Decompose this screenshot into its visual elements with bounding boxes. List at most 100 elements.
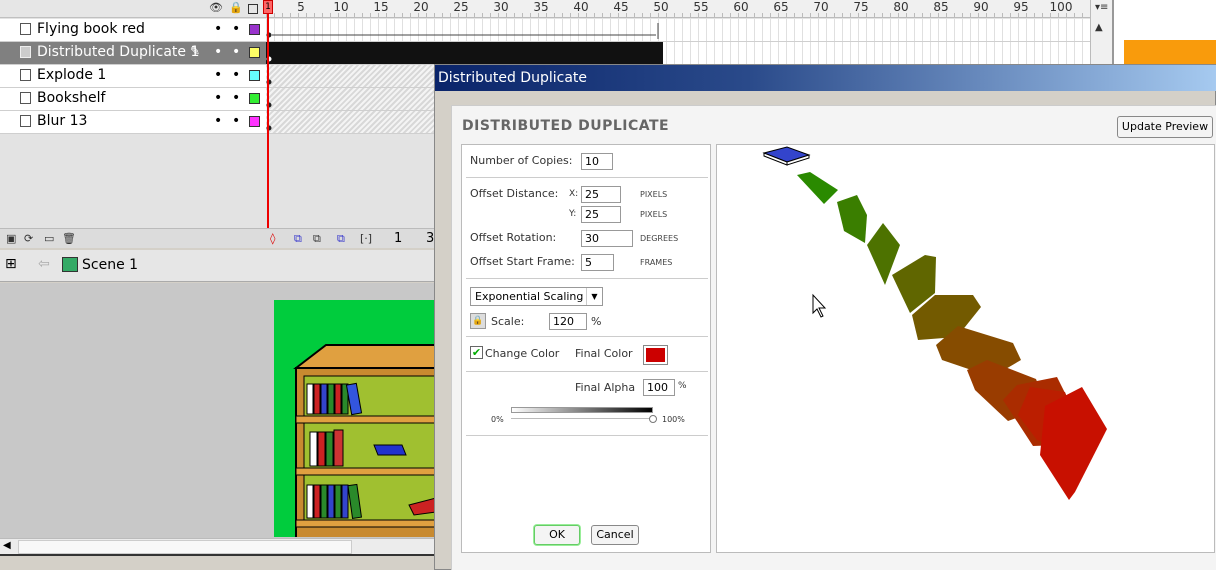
menu-icon[interactable]: ▾≡ [1095,2,1108,13]
stage-area[interactable] [0,283,436,539]
change-color-label[interactable]: Change Color [485,347,559,360]
cancel-button[interactable]: Cancel [591,525,639,545]
ruler-tick-label: 35 [533,0,549,14]
degrees-unit: DEGREES [640,234,679,243]
new-folder-icon[interactable]: ▭ [44,232,54,245]
status-strip [0,554,436,570]
alpha-gradient-track[interactable] [511,407,653,413]
trash-icon[interactable]: 🗑 [62,232,76,245]
visibility-dot[interactable]: • [214,113,222,129]
divider [466,177,708,178]
visibility-dot[interactable]: • [214,21,222,37]
timeline-toggle-icon[interactable]: ⊞ [5,256,17,272]
number-of-copies-input[interactable]: 10 [581,153,613,170]
modify-markers-icon[interactable]: [·] [360,232,372,245]
divider [466,278,708,279]
duplicate-preview-art [762,146,1107,500]
lock-dot[interactable]: • [232,44,240,60]
stage-canvas[interactable] [274,300,436,537]
offset-rotation-input[interactable]: 30 [581,230,633,247]
ruler-tick-label: 10 [333,0,349,14]
final-color-fill [646,348,665,362]
scroll-left-icon[interactable]: ◀ [3,540,11,551]
offset-start-frame-input[interactable]: 5 [581,254,614,271]
visibility-dot[interactable]: • [214,90,222,106]
lock-dot[interactable]: • [232,113,240,129]
playhead[interactable] [267,0,269,230]
playhead-handle[interactable]: 1 [263,0,273,14]
frames-unit: FRAMES [640,258,673,267]
scene-label[interactable]: Scene 1 [82,257,138,273]
ruler-tick-label: 15 [373,0,389,14]
alpha-slider-thumb[interactable] [649,415,657,423]
mouse-cursor-icon [812,293,827,318]
layer-color-swatch[interactable] [249,47,260,58]
scaling-select-value: Exponential Scaling [475,290,584,303]
final-color-swatch[interactable] [643,345,668,365]
stage-horizontal-scrollbar[interactable]: ◀ [0,538,436,554]
preview-panel [716,144,1215,553]
onion-skin-icon[interactable]: ⧉ [294,232,302,246]
layer-icon [20,92,31,104]
chevron-down-icon[interactable]: ▼ [586,288,602,305]
current-frame-readout: 1 [394,231,403,246]
ruler-tick-label: 60 [733,0,749,14]
layer-color-swatch[interactable] [249,24,260,35]
ruler-tick-label: 80 [893,0,909,14]
new-layer-icon[interactable]: ▣ [6,232,16,245]
edit-bar: ⊞ ⇦ Scene 1 [0,250,436,282]
outline-icon[interactable] [248,4,258,14]
final-alpha-input[interactable]: 100 [643,379,675,396]
layer-icon [20,69,31,81]
visibility-dot[interactable]: • [214,44,222,60]
ruler-tick-label: 30 [493,0,509,14]
visibility-dot[interactable]: • [214,67,222,83]
lock-dot[interactable]: • [232,67,240,83]
layer-row[interactable]: Distributed Duplicate 1 ✎ • • [0,42,266,65]
alpha-max-label: 100% [662,415,685,424]
lock-icon[interactable]: 🔒 [229,1,243,14]
number-of-copies-label: Number of Copies: [470,154,573,167]
ruler-tick-label: 85 [933,0,949,14]
layer-row[interactable]: Bookshelf • • [0,88,266,111]
offset-x-input[interactable]: 25 [581,186,621,203]
layer-row[interactable]: Blur 13 • • [0,111,266,134]
ruler-tick-label: 20 [413,0,429,14]
ok-button[interactable]: OK [534,525,580,545]
scroll-up-icon[interactable]: ▲ [1095,22,1103,33]
layer-row[interactable]: Flying book red • • [0,19,266,42]
divider [466,371,708,372]
motion-guide-icon[interactable]: ⟳ [24,232,33,245]
lock-icon[interactable]: 🔒 [470,313,486,329]
layer-name[interactable]: Flying book red [37,21,145,37]
frame-ruler[interactable]: 1510152025303540455055606570758085909510… [265,0,1090,18]
back-arrow-icon[interactable]: ⇦ [38,256,50,272]
divider [466,435,708,436]
layer-name[interactable]: Blur 13 [37,113,87,129]
offset-start-frame-label: Offset Start Frame: [470,255,575,268]
update-preview-button[interactable]: Update Preview [1117,116,1213,138]
dialog-title-bar[interactable]: Distributed Duplicate [435,65,1216,91]
ruler-tick-label: 40 [573,0,589,14]
ruler-tick-label: 100 [1049,0,1073,14]
eye-icon[interactable]: 👁 [209,1,223,14]
lock-dot[interactable]: • [232,90,240,106]
layer-row[interactable]: Explode 1 • • [0,65,266,88]
scaling-select[interactable]: Exponential Scaling ▼ [470,287,603,306]
layer-name[interactable]: Distributed Duplicate 1 [37,44,199,60]
offset-y-input[interactable]: 25 [581,206,621,223]
ruler-tick-label: 25 [453,0,469,14]
change-color-checkbox[interactable]: ✔ [470,346,483,359]
layer-color-swatch[interactable] [249,116,260,127]
scrollbar-thumb[interactable] [18,540,352,554]
layer-name[interactable]: Explode 1 [37,67,106,83]
scale-input[interactable]: 120 [549,313,587,330]
layer-color-swatch[interactable] [249,70,260,81]
layer-name[interactable]: Bookshelf [37,90,105,106]
edit-multiple-icon[interactable]: ⧉ [337,232,345,246]
layer-color-swatch[interactable] [249,93,260,104]
lock-dot[interactable]: • [232,21,240,37]
onion-outline-icon[interactable]: ⧉ [313,232,321,246]
center-frame-icon[interactable]: ◊ [270,232,275,245]
ruler-tick-label: 5 [297,0,305,14]
